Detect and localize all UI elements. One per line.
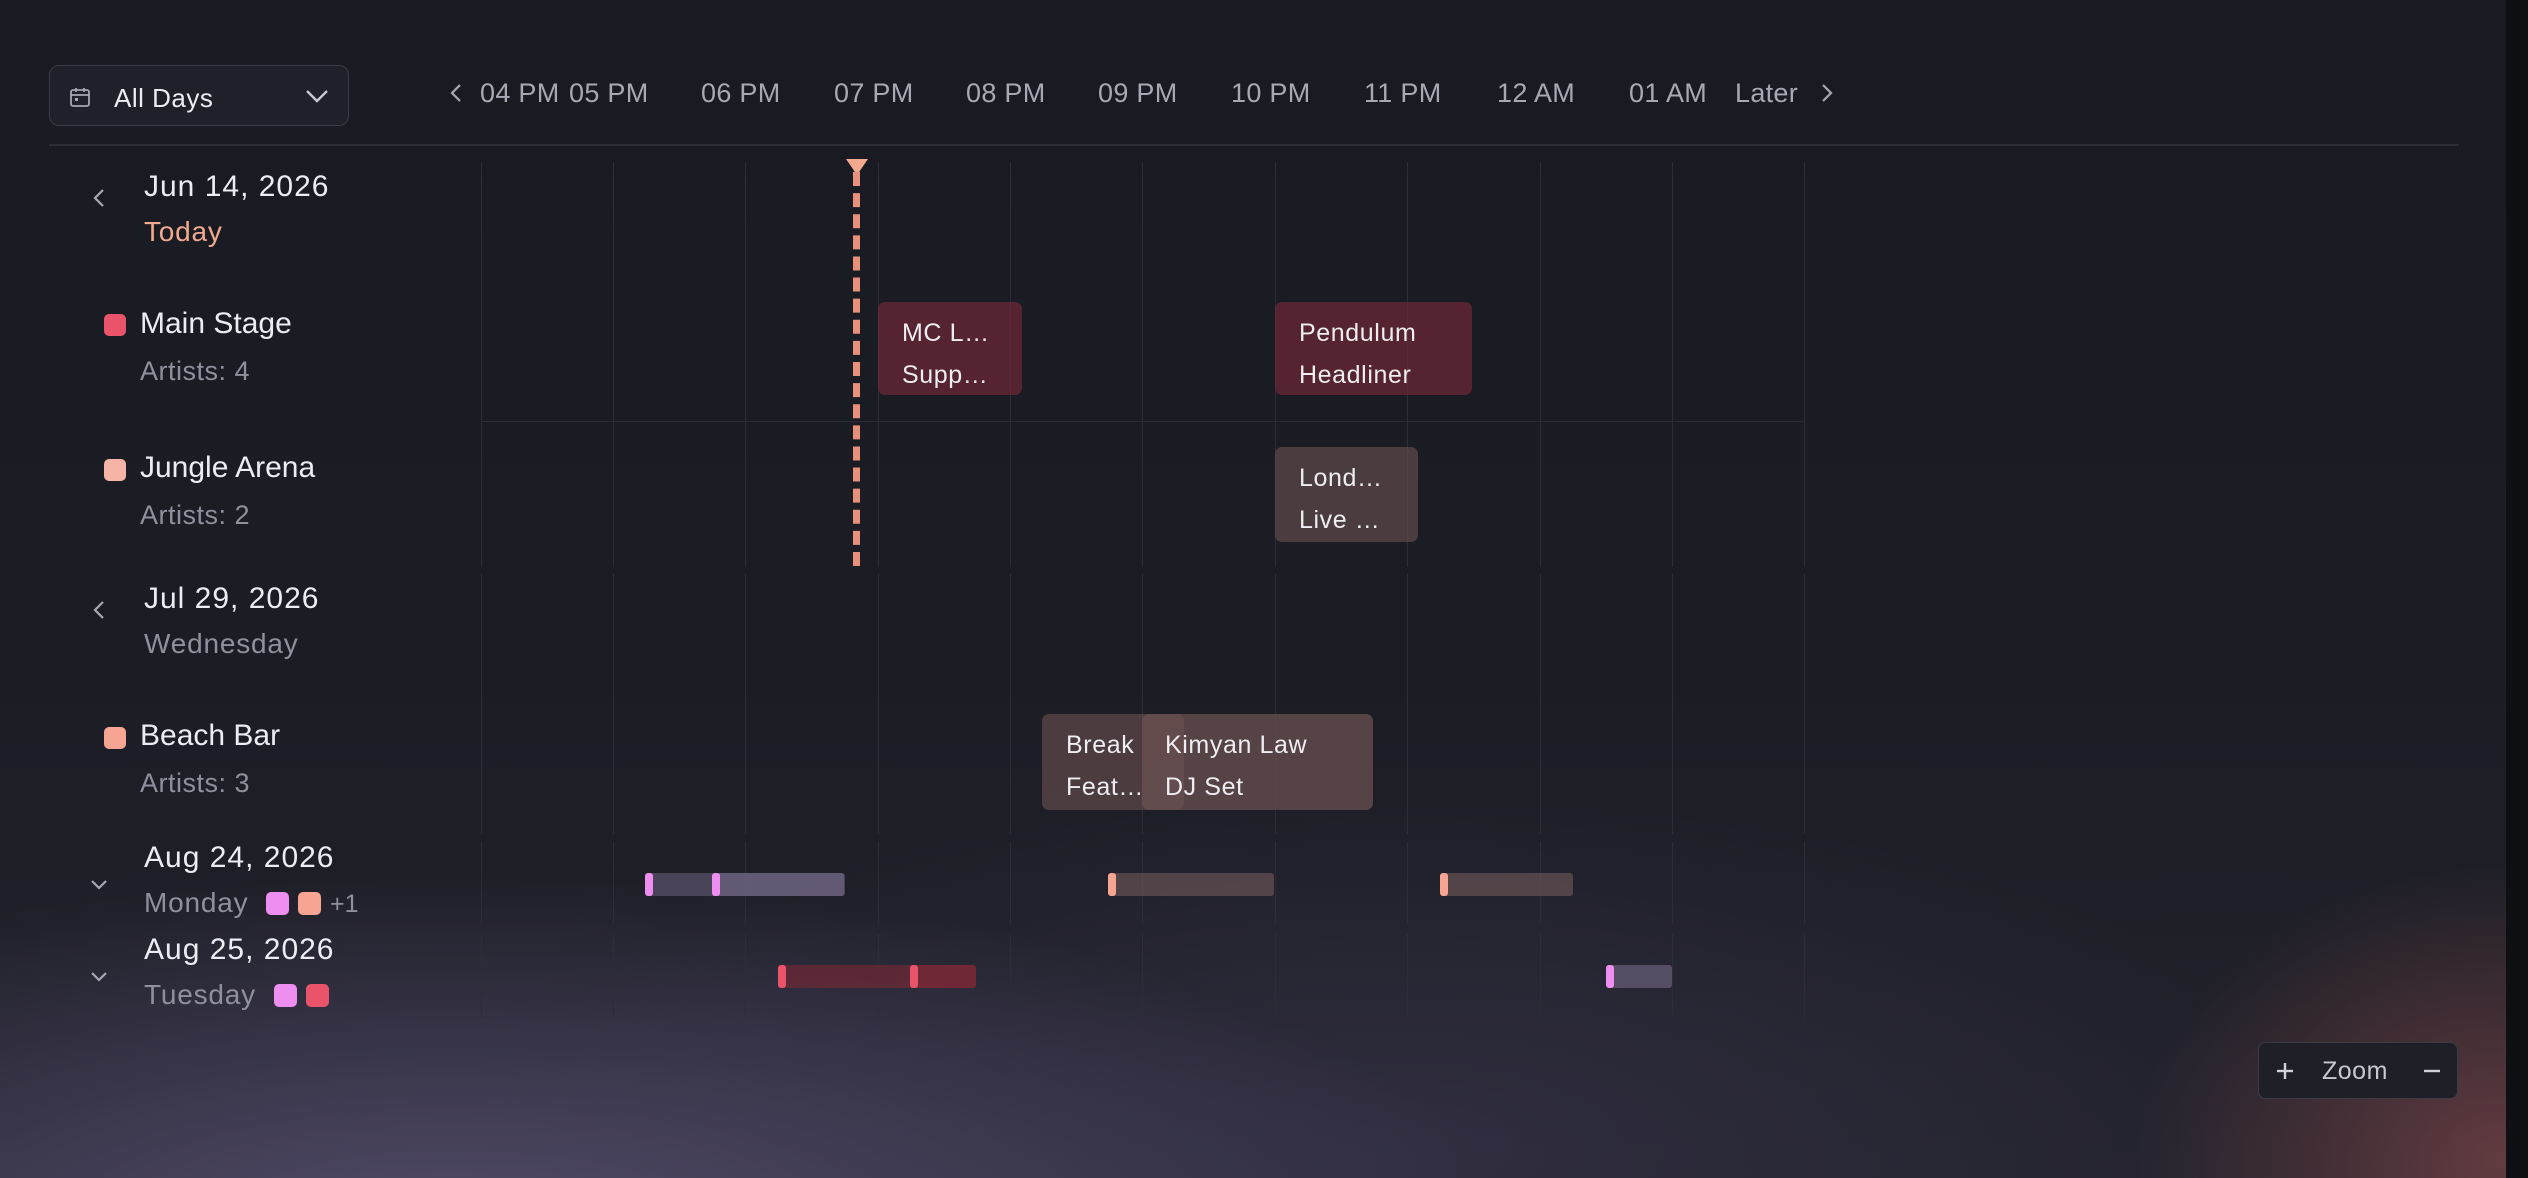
day-subtitle: Today: [144, 216, 223, 247]
event-summary-bar[interactable]: [910, 965, 976, 988]
zoom-control: Zoom: [2258, 1042, 2458, 1099]
stage-name: Beach Bar: [140, 719, 281, 752]
scrollbar[interactable]: [2506, 0, 2528, 1178]
day-subtitle: Monday: [144, 887, 249, 918]
event-summary-bar[interactable]: [1606, 965, 1672, 988]
event-title: Lond…: [1299, 464, 1383, 492]
hour-label: 07 PM: [834, 78, 914, 108]
stage-artist-count: Artists: 4: [140, 356, 251, 386]
chevron-down-icon: [306, 90, 328, 103]
event-block[interactable]: Lond… Live …: [1275, 447, 1418, 542]
event-summary-bar[interactable]: [712, 873, 844, 896]
expand-day-icon[interactable]: [89, 970, 109, 984]
event-block[interactable]: Kimyan Law DJ Set: [1142, 714, 1373, 810]
day-date: Jun 14, 2026: [144, 170, 330, 203]
day-date: Jul 29, 2026: [144, 582, 320, 615]
stage-color-chip: [266, 892, 289, 915]
stage-color-dot: [104, 727, 126, 749]
hour-label: 04 PM: [480, 78, 560, 108]
stage-name: Main Stage: [140, 307, 292, 340]
event-block[interactable]: Pendulum Headliner: [1275, 302, 1472, 395]
event-title: Kimyan Law: [1165, 731, 1308, 759]
calendar-icon: [70, 88, 90, 107]
stage-artist-count: Artists: 2: [140, 500, 251, 530]
hour-label: 10 PM: [1231, 78, 1311, 108]
zoom-label: Zoom: [2322, 1057, 2388, 1085]
stage-color-chip: [274, 984, 297, 1007]
collapse-day-icon[interactable]: [92, 187, 106, 209]
stage-color-dot: [104, 459, 126, 481]
event-subtitle: DJ Set: [1165, 773, 1244, 801]
minus-icon[interactable]: [2421, 1060, 2443, 1082]
expand-day-icon[interactable]: [89, 878, 109, 892]
timeline-prev-icon[interactable]: [447, 82, 465, 104]
stage-name: Jungle Arena: [140, 451, 316, 484]
hour-label: 01 AM: [1629, 78, 1708, 108]
event-summary-bar[interactable]: [1108, 873, 1274, 896]
hour-label: 12 AM: [1497, 78, 1576, 108]
header-divider: [49, 144, 2459, 146]
event-title: MC L…: [902, 319, 990, 347]
stage-color-dot: [104, 314, 126, 336]
day-filter-label: All Days: [114, 83, 214, 113]
plus-icon[interactable]: [2274, 1060, 2296, 1082]
stage-artist-count: Artists: 3: [140, 768, 251, 798]
more-stages-count: +1: [330, 890, 359, 918]
collapse-day-icon[interactable]: [92, 599, 106, 621]
later-label[interactable]: Later: [1735, 78, 1798, 109]
event-block[interactable]: MC L… Supp…: [878, 302, 1022, 395]
event-subtitle: Supp…: [902, 361, 989, 389]
day-subtitle: Tuesday: [144, 979, 256, 1010]
hour-label: 08 PM: [966, 78, 1046, 108]
hour-label: 09 PM: [1098, 78, 1178, 108]
hour-label: 05 PM: [569, 78, 649, 108]
event-summary-bar[interactable]: [1440, 873, 1573, 896]
day-date: Aug 25, 2026: [144, 933, 335, 966]
current-time-line: [853, 172, 860, 566]
event-subtitle: Headliner: [1299, 361, 1412, 389]
event-title: Pendulum: [1299, 319, 1417, 347]
event-subtitle: Live …: [1299, 506, 1381, 534]
day-date: Aug 24, 2026: [144, 841, 335, 874]
hour-label: 06 PM: [701, 78, 781, 108]
stage-color-chip: [306, 984, 329, 1007]
stage-color-chip: [298, 892, 321, 915]
timeline-next-icon[interactable]: [1818, 82, 1836, 104]
day-filter-dropdown[interactable]: All Days: [49, 65, 349, 126]
day-subtitle: Wednesday: [144, 628, 299, 659]
hour-label: 11 PM: [1364, 78, 1442, 108]
